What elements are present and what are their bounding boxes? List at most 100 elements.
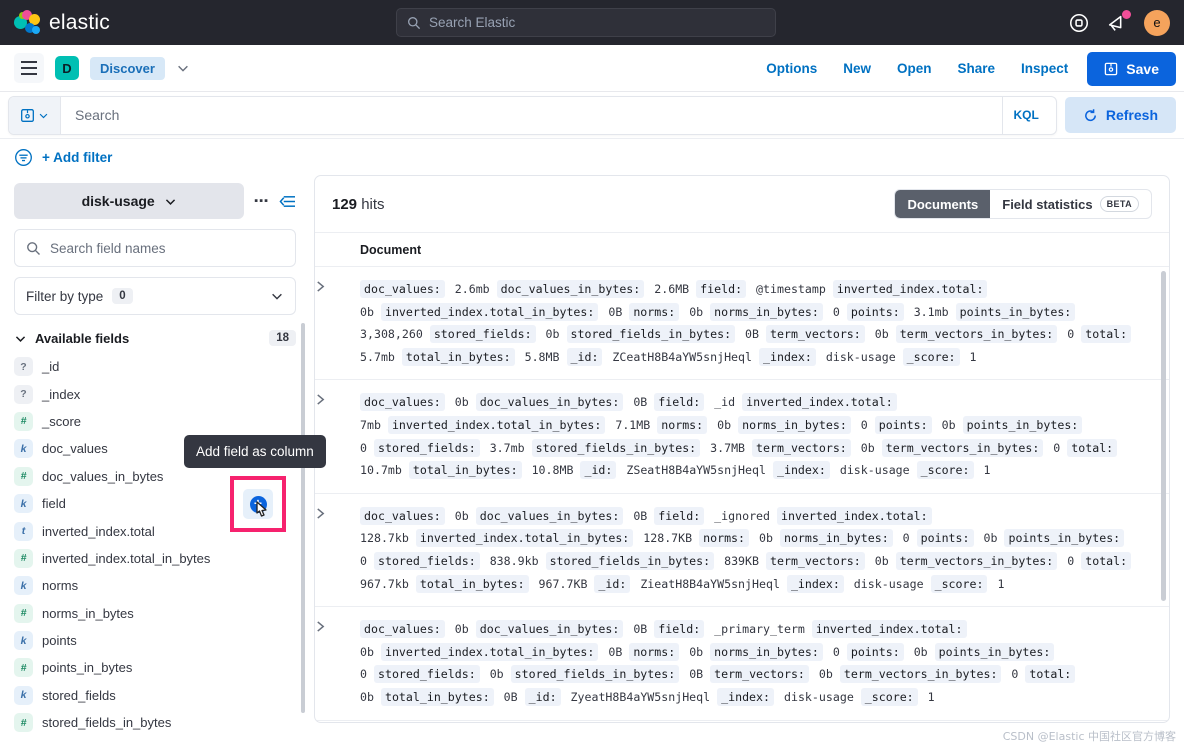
chrome-actions: Options New Open Share Inspect Save	[753, 45, 1176, 92]
chevron-down-icon[interactable]	[176, 61, 190, 75]
query-language-button[interactable]: KQL	[1001, 96, 1050, 134]
elastic-brand[interactable]: elastic	[14, 9, 110, 36]
field-name: _score	[42, 413, 82, 429]
table-row[interactable]: doc_values: 0b doc_values_in_bytes: 0B fie…	[315, 494, 1169, 608]
field-list-item[interactable]: k norms	[14, 572, 296, 599]
field-value: 10.8MB	[524, 463, 574, 478]
field-value: 0b	[853, 440, 875, 455]
options-button[interactable]: Options	[753, 55, 830, 82]
filter-icon[interactable]	[14, 148, 33, 167]
field-value: 0b	[906, 644, 928, 659]
field-value: 0b	[682, 304, 704, 319]
field-list-item[interactable]: # norms_in_bytes	[14, 600, 296, 627]
search-input[interactable]: Search	[61, 107, 1002, 123]
hits-counter: 129 hits	[332, 196, 385, 213]
global-header: elastic Search Elastic e	[0, 0, 1184, 45]
field-key: points:	[874, 415, 932, 434]
field-type-icon: k	[14, 631, 33, 651]
field-key: total:	[1025, 665, 1076, 684]
field-list-item[interactable]: k points	[14, 627, 296, 654]
discover-app: elastic Search Elastic e D Discover Opti…	[0, 0, 1184, 748]
field-key: term_vectors:	[752, 438, 851, 457]
documents-scrollbar[interactable]	[1161, 271, 1166, 601]
notification-dot	[1122, 9, 1131, 19]
collapse-sidebar-icon[interactable]	[279, 194, 296, 209]
field-name: stored_fields	[42, 687, 116, 703]
field-value: 0b	[867, 327, 889, 342]
field-value: ZieatH8B4aYW5snjHeql	[633, 576, 780, 591]
field-key: inverted_index.total_in_bytes:	[415, 529, 634, 548]
field-key: _id:	[594, 574, 631, 593]
saved-query-icon[interactable]	[9, 96, 61, 134]
breadcrumb[interactable]: Discover	[90, 56, 165, 80]
table-row[interactable]: doc_values: 2.6mb doc_values_in_bytes: 2.…	[315, 267, 1169, 381]
field-search-input[interactable]: Search field names	[14, 229, 296, 267]
data-view-selector[interactable]: disk-usage	[14, 183, 245, 219]
field-key: term_vectors_in_bytes:	[881, 438, 1044, 457]
tab-documents[interactable]: Documents	[895, 190, 991, 218]
inspect-button[interactable]: Inspect	[1008, 55, 1081, 82]
hamburger-menu-icon[interactable]	[14, 53, 44, 83]
expand-row-icon[interactable]	[315, 618, 360, 708]
refresh-icon	[1083, 108, 1098, 123]
field-key: norms:	[657, 415, 708, 434]
expand-row-icon[interactable]	[315, 505, 360, 595]
filter-by-type-button[interactable]: Filter by type 0	[14, 277, 296, 315]
help-circle-icon[interactable]	[1068, 12, 1090, 34]
field-key: points_in_bytes:	[962, 415, 1083, 434]
available-fields-label: Available fields	[35, 330, 130, 346]
field-key: term_vectors_in_bytes:	[839, 665, 1002, 684]
table-row[interactable]: doc_values: 2mbdoc_values_in_bytes: 2MBf…	[315, 721, 1169, 723]
document-summary: doc_values: 0b doc_values_in_bytes: 0B fie…	[360, 391, 1152, 481]
more-options-icon[interactable]: ▪▪▪	[254, 195, 269, 207]
document-summary: doc_values: 2.6mb doc_values_in_bytes: 2.…	[360, 278, 1152, 368]
field-list-item[interactable]: k stored_fields	[14, 682, 296, 709]
field-value: 0	[853, 417, 868, 432]
field-value: 0B	[682, 667, 704, 682]
field-list-item[interactable]: ? _index	[14, 380, 296, 407]
field-value: 0b	[710, 417, 732, 432]
field-list-item[interactable]: # stored_fields_in_bytes	[14, 709, 296, 736]
field-list-item[interactable]: ? _id	[14, 353, 296, 380]
field-list-item[interactable]: # points_in_bytes	[14, 654, 296, 681]
avatar[interactable]: e	[1144, 9, 1170, 36]
field-value: 0	[1046, 440, 1061, 455]
field-value: 0b	[482, 667, 504, 682]
tab-field-statistics[interactable]: Field statistics BETA	[990, 190, 1151, 218]
field-key: doc_values:	[360, 506, 445, 525]
field-key: term_vectors:	[766, 551, 865, 570]
document-summary: doc_values: 0b doc_values_in_bytes: 0B fie…	[360, 505, 1152, 595]
share-button[interactable]: Share	[945, 55, 1009, 82]
table-row[interactable]: doc_values: 0b doc_values_in_bytes: 0B fie…	[315, 380, 1169, 494]
field-list-item[interactable]: # _score	[14, 408, 296, 435]
field-value: 0b	[447, 622, 469, 637]
field-key: stored_fields:	[373, 438, 480, 457]
save-button[interactable]: Save	[1087, 51, 1176, 86]
field-type-icon: t	[14, 521, 33, 541]
field-key: term_vectors:	[766, 325, 865, 344]
field-key: norms_in_bytes:	[710, 642, 823, 661]
open-button[interactable]: Open	[884, 55, 945, 82]
field-key: total_in_bytes:	[380, 687, 494, 706]
field-key: _score:	[916, 461, 974, 480]
field-list-item[interactable]: # inverted_index.total_in_bytes	[14, 545, 296, 572]
sidebar-scrollbar[interactable]	[301, 323, 305, 713]
new-button[interactable]: New	[830, 55, 884, 82]
megaphone-icon[interactable]	[1106, 9, 1131, 34]
space-badge[interactable]: D	[55, 56, 79, 80]
data-view-row: disk-usage ▪▪▪	[14, 183, 296, 219]
field-key: total:	[1081, 325, 1132, 344]
add-filter-button[interactable]: + Add filter	[42, 150, 112, 165]
expand-row-icon[interactable]	[315, 278, 360, 368]
body-split: disk-usage ▪▪▪ Search field names Filter…	[0, 175, 1184, 742]
available-fields-header[interactable]: Available fields 18	[14, 330, 296, 346]
field-key: stored_fields_in_bytes:	[531, 438, 701, 457]
field-value: 0	[825, 304, 840, 319]
table-row[interactable]: doc_values: 0b doc_values_in_bytes: 0B fie…	[315, 607, 1169, 721]
global-search-input[interactable]: Search Elastic	[396, 8, 776, 37]
refresh-button[interactable]: Refresh	[1064, 97, 1176, 133]
field-key: field:	[654, 393, 705, 412]
documents-panel: 129 hits Documents Field statistics BETA…	[314, 175, 1170, 723]
field-value: ZSeatH8B4aYW5snjHeql	[619, 463, 766, 478]
field-value: 0b	[934, 417, 956, 432]
